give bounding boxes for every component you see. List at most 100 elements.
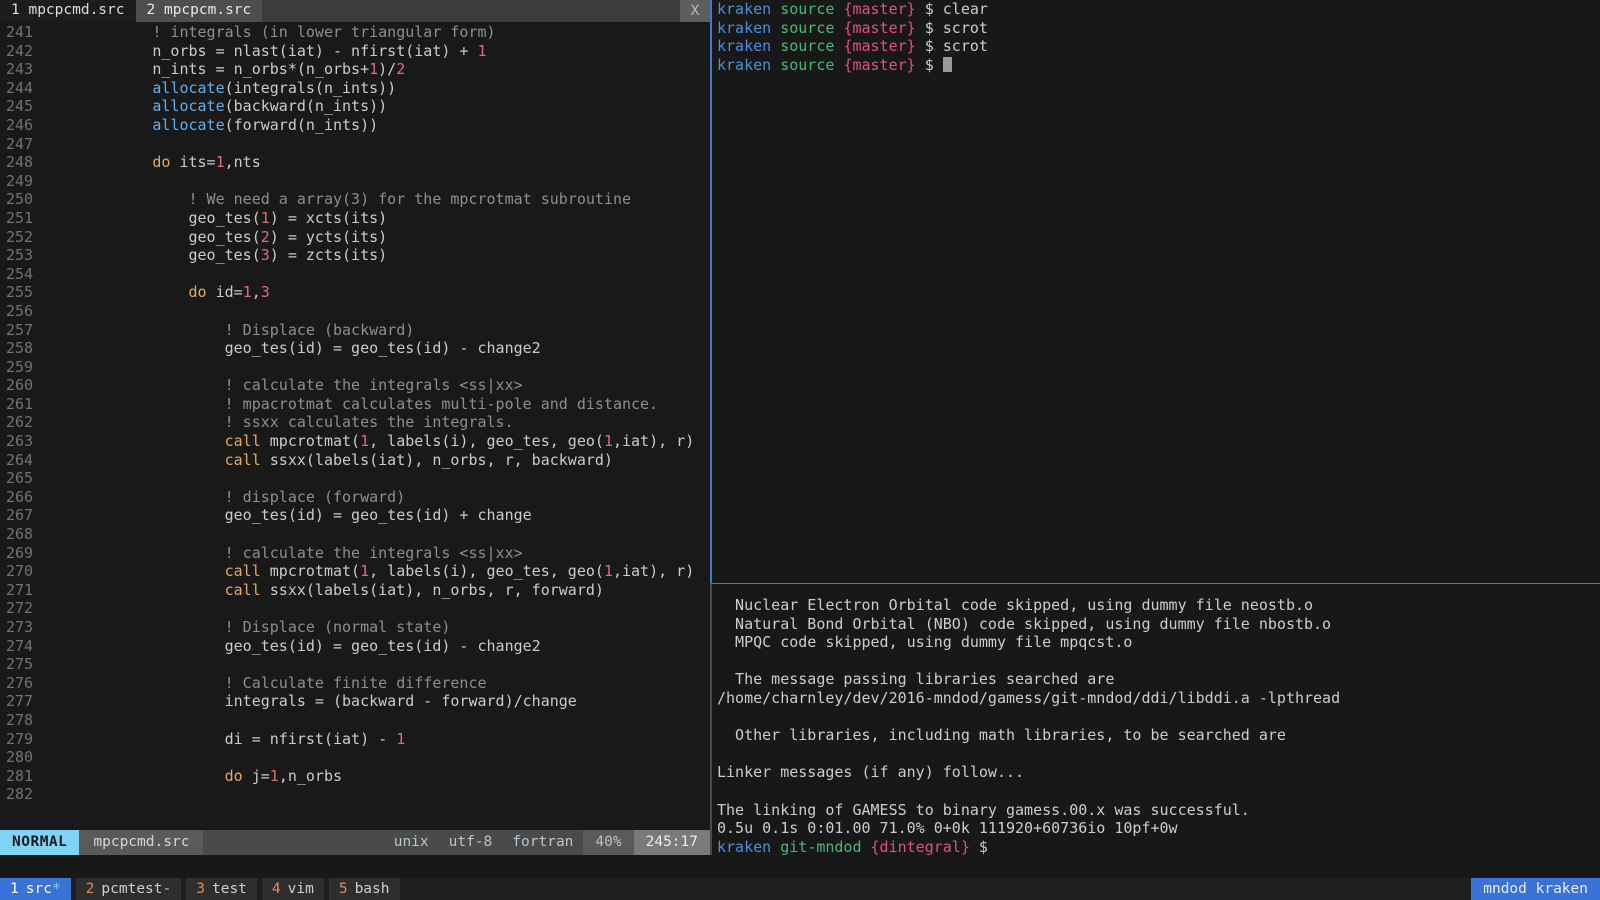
line-number: 267: [6, 506, 34, 525]
code-line: 257 ! Displace (backward): [0, 321, 710, 340]
code-token: 1: [603, 562, 613, 581]
line-number: 276: [6, 673, 34, 692]
code-line-text: geo_tes(3) = zcts(its): [44, 246, 387, 265]
vim-scroll-percent: 40%: [583, 830, 634, 855]
tmux-status-bar: 1 src * 2 pcmtest - 3 test 4 vim 5 bash mndod krake…: [0, 878, 1600, 900]
code-token: 3: [260, 246, 270, 265]
code-line-text: call mpcrotmat(1, labels(i), geo_tes, ge…: [44, 432, 695, 451]
tmux-window-number: 5: [338, 880, 348, 897]
line-number: 242: [6, 41, 34, 60]
code-line: 248 do its=1,nts: [0, 153, 710, 172]
code-token: ! Displace (backward): [44, 320, 415, 339]
line-number: 264: [6, 450, 34, 469]
code-line: 256: [0, 302, 710, 321]
code-token: ,n_orbs: [278, 766, 343, 785]
code-token: ! calculate the integrals <ss|xx>: [44, 376, 523, 395]
vim-tabline: 1 mpcpcmd.src 2 mpcpcm.src X: [0, 0, 710, 22]
vim-code-area[interactable]: 241 ! integrals (in lower triangular for…: [0, 22, 710, 830]
code-token: ,nts: [224, 153, 261, 172]
line-number: 251: [6, 208, 34, 227]
code-line: 246 allocate(forward(n_ints)): [0, 116, 710, 135]
code-line-text: ! Calculate finite difference: [44, 674, 487, 693]
code-line-text: allocate(integrals(n_ints)): [44, 79, 396, 98]
code-line: 262 ! ssxx calculates the integrals.: [0, 413, 710, 432]
code-token: do: [188, 283, 207, 302]
vim-mode-indicator: NORMAL: [0, 830, 80, 855]
code-line-text: call mpcrotmat(1, labels(i), geo_tes, ge…: [44, 562, 695, 581]
line-number: 278: [6, 710, 34, 729]
tmux-window-pcmtest[interactable]: 2 pcmtest -: [75, 878, 182, 900]
code-line-text: ! mpacrotmat calculates multi-pole and d…: [44, 395, 658, 414]
code-line: 255 do id=1,3: [0, 283, 710, 302]
terminal-command: scrot: [942, 37, 988, 56]
vim-statusline: NORMAL mpcpcmd.src unix utf-8 fortran 40…: [0, 830, 710, 855]
code-line-text: do j=1,n_orbs: [44, 767, 342, 786]
line-number: 257: [6, 320, 34, 339]
code-line-text: allocate(forward(n_ints)): [44, 116, 378, 135]
terminal-pane-bottom[interactable]: Nuclear Electron Orbital code skipped, u…: [710, 583, 1600, 855]
line-number: 262: [6, 413, 34, 432]
code-line-text: di = nfirst(iat) - 1: [44, 729, 406, 749]
line-number: 273: [6, 618, 34, 636]
vim-pane[interactable]: 1 mpcpcmd.src 2 mpcpcm.src X 241 ! integ…: [0, 0, 710, 855]
code-line: 263 call mpcrotmat(1, labels(i), geo_tes…: [0, 432, 710, 451]
code-line-text: geo_tes(id) = geo_tes(id) + change: [44, 506, 532, 525]
code-token: ! mpacrotmat calculates multi-pole and d…: [44, 394, 659, 413]
code-line-text: do id=1,3: [44, 283, 270, 302]
code-line: 249: [0, 172, 710, 191]
code-line: 258 geo_tes(id) = geo_tes(id) - change2: [0, 339, 710, 358]
tmux-window-bash[interactable]: 5 bash: [328, 878, 400, 900]
terminal-region: kraken source {master} $ clear kraken sou…: [710, 0, 1600, 855]
code-token: ,iat), r): [612, 562, 695, 581]
line-number: 270: [6, 562, 34, 581]
code-token: ) = xcts(its): [269, 208, 388, 227]
terminal-output-line: /home/charnley/dev/2016-mndod/gamess/git…: [717, 688, 1341, 707]
code-line: 280: [0, 748, 710, 767]
code-token: ! Displace (normal state): [44, 618, 451, 636]
vim-tab-1-label: mpcpcmd.src: [28, 2, 125, 19]
code-token: integrals = (backward - forward)/change: [44, 692, 577, 711]
line-number: 256: [6, 301, 34, 320]
code-token: ,iat), r): [612, 432, 695, 451]
terminal-output-line: The linking of GAMESS to binary gamess.0…: [717, 800, 1250, 819]
terminal-cursor: [942, 56, 952, 72]
code-token: allocate: [152, 97, 225, 116]
tmux-window-test[interactable]: 3 test: [186, 878, 257, 900]
line-number: 275: [6, 655, 34, 674]
code-line: 277 integrals = (backward - forward)/cha…: [0, 692, 710, 711]
terminal-output-line: The message passing libraries searched a…: [717, 670, 1115, 689]
line-number: 249: [6, 171, 34, 190]
code-line-text: ! ssxx calculates the integrals.: [44, 413, 514, 432]
tmux-filler: [405, 878, 1472, 900]
terminal-pane-top[interactable]: kraken source {master} $ clear kraken sou…: [710, 0, 1600, 583]
vim-statusline-filler: [203, 830, 384, 855]
tmux-window-src[interactable]: 1 src *: [0, 878, 71, 900]
code-token: 1: [396, 729, 406, 748]
code-line: 268: [0, 525, 710, 544]
code-line-text: ! integrals (in lower triangular form): [44, 23, 495, 42]
terminal-output-line: 0.5u 0.1s 0:01.00 71.0% 0+0k 111920+6073…: [717, 819, 1178, 838]
tmux-window-vim[interactable]: 4 vim: [261, 878, 324, 900]
line-number: 255: [6, 283, 34, 302]
prompt-repo: source: [780, 37, 835, 56]
line-number: 266: [6, 487, 34, 506]
vim-tab-1[interactable]: 1 mpcpcmd.src: [0, 0, 136, 22]
vim-tab-2[interactable]: 2 mpcpcm.src: [135, 0, 263, 22]
code-line-text: do its=1,nts: [44, 153, 261, 172]
close-icon[interactable]: X: [680, 0, 710, 22]
prompt-branch: {master}: [843, 0, 916, 18]
prompt-repo: source: [780, 0, 835, 18]
code-line: 281 do j=1,n_orbs: [0, 767, 710, 786]
code-line: 274 geo_tes(id) = geo_tes(id) - change2: [0, 637, 710, 656]
line-number: 253: [6, 246, 34, 265]
code-line: 245 allocate(backward(n_ints)): [0, 97, 710, 116]
code-token: geo_tes(id) = geo_tes(id) - change2: [44, 636, 541, 655]
code-token: geo_tes(: [44, 246, 261, 265]
tmux-window-number: 3: [196, 880, 205, 897]
line-number: 243: [6, 60, 34, 79]
code-line: 254: [0, 265, 710, 284]
code-token: mpcrotmat(: [260, 432, 361, 451]
